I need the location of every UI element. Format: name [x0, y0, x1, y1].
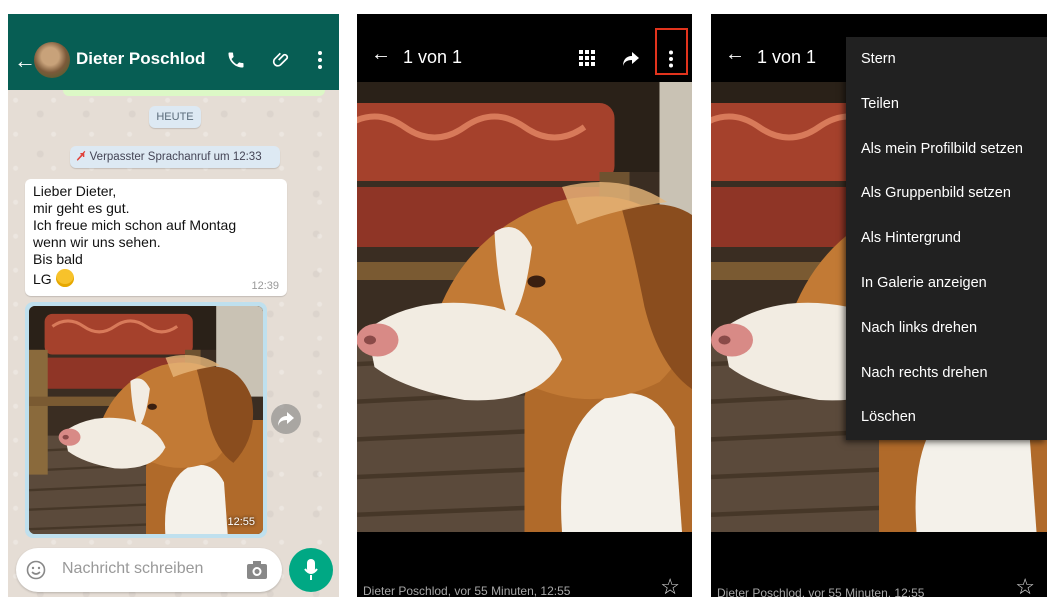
previous-message-bubble: [63, 90, 325, 96]
back-arrow-icon[interactable]: ←: [371, 44, 391, 64]
image-viewer-screen: ← 1 von 1 Dieter Poschlod, vor 55 Minute…: [357, 14, 692, 597]
image-caption: Dieter Poschlod, vor 55 Minuten, 12:55: [717, 586, 925, 597]
dog-photo[interactable]: [357, 82, 692, 532]
back-arrow-icon[interactable]: ←: [14, 48, 36, 74]
menu-item-share[interactable]: Teilen: [846, 82, 1047, 127]
grinning-emoji-icon: [55, 269, 74, 287]
emoji-icon[interactable]: [26, 560, 46, 580]
message-input[interactable]: Nachricht schreiben: [16, 548, 282, 592]
star-icon[interactable]: ☆: [1015, 574, 1035, 597]
forward-icon[interactable]: [271, 404, 301, 434]
date-label: HEUTE: [149, 106, 201, 128]
menu-item-rotate-right[interactable]: Nach rechts drehen: [846, 351, 1047, 396]
image-counter: 1 von 1: [757, 47, 817, 67]
message-line: Bis bald: [33, 251, 83, 267]
mic-icon: [304, 559, 318, 580]
menu-item-show-in-gallery[interactable]: In Galerie anzeigen: [846, 261, 1047, 306]
whatsapp-chat-screen: ← Dieter Poschlod HEUTE ↗̸ Verpasster Spr…: [8, 14, 339, 597]
star-icon[interactable]: ☆: [660, 574, 680, 597]
image-counter: 1 von 1: [403, 47, 463, 67]
back-arrow-icon[interactable]: ←: [725, 44, 745, 64]
image-message[interactable]: 12:55: [25, 302, 267, 538]
menu-item-set-group-picture[interactable]: Als Gruppenbild setzen: [846, 171, 1047, 216]
missed-call-icon: ↗̸: [76, 151, 86, 163]
paperclip-icon[interactable]: [270, 48, 294, 72]
menu-item-set-profile-picture[interactable]: Als mein Profilbild setzen: [846, 127, 1047, 172]
image-time: 12:55: [227, 516, 255, 528]
more-vert-icon[interactable]: [308, 48, 332, 72]
menu-item-star[interactable]: Stern: [846, 37, 1047, 82]
missed-call-text: Verpasster Sprachanruf um 12:33: [89, 151, 262, 163]
message-line: LG: [33, 271, 52, 287]
dog-photo-thumbnail[interactable]: 12:55: [29, 306, 263, 534]
contact-name[interactable]: Dieter Poschlod: [76, 49, 205, 69]
menu-item-rotate-left[interactable]: Nach links drehen: [846, 306, 1047, 351]
message-bubble[interactable]: Lieber Dieter, mir geht es gut. Ich freu…: [25, 179, 287, 296]
message-time: 12:39: [251, 280, 279, 292]
share-icon[interactable]: [623, 52, 639, 66]
avatar[interactable]: [34, 42, 70, 78]
menu-item-set-wallpaper[interactable]: Als Hintergrund: [846, 216, 1047, 261]
message-line: mir geht es gut.: [33, 200, 130, 216]
mic-button[interactable]: [289, 548, 333, 592]
camera-icon[interactable]: [246, 560, 268, 580]
viewer-toolbar: ← 1 von 1: [357, 14, 692, 82]
message-line: Ich freue mich schon auf Montag: [33, 217, 237, 233]
status-bar: [8, 14, 339, 34]
overflow-menu: Stern Teilen Als mein Profilbild setzen …: [846, 37, 1047, 440]
menu-item-delete[interactable]: Löschen: [846, 395, 1047, 440]
menu-button-highlight: [655, 28, 688, 75]
grid-icon[interactable]: [579, 50, 595, 66]
message-input-placeholder: Nachricht schreiben: [62, 560, 204, 577]
missed-call-notice[interactable]: ↗̸ Verpasster Sprachanruf um 12:33: [70, 146, 280, 168]
image-caption: Dieter Poschlod, vor 55 Minuten, 12:55: [363, 584, 571, 597]
phone-icon[interactable]: [224, 48, 248, 72]
message-line: wenn wir uns sehen.: [33, 234, 161, 250]
image-viewer-menu-screen: ← 1 von 1 Dieter Poschlod, vor 55 Minute…: [711, 14, 1047, 597]
chat-header: ← Dieter Poschlod: [8, 34, 339, 90]
message-line: Lieber Dieter,: [33, 183, 117, 199]
